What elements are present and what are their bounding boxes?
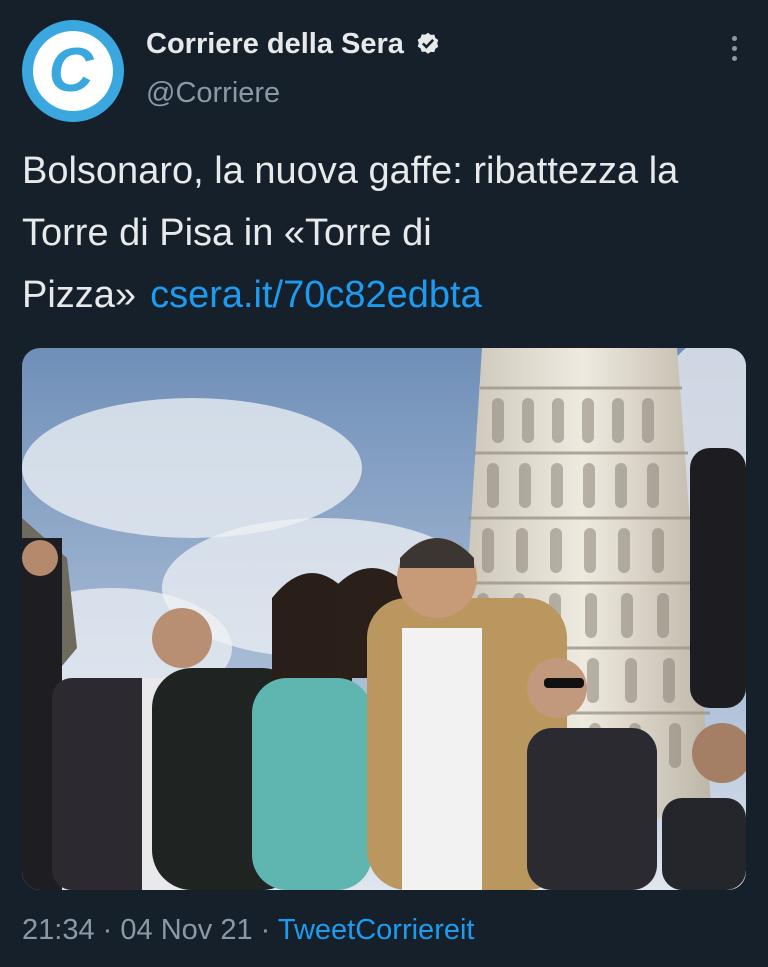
more-options-icon[interactable] [728, 36, 740, 61]
photo-illustration [22, 348, 746, 890]
tweet-source[interactable]: TweetCorriereit [278, 914, 475, 946]
avatar-logo: C [33, 31, 113, 111]
meta-separator: · [260, 914, 271, 946]
tweet-time[interactable]: 21:34 [22, 914, 95, 946]
tweet-date[interactable]: 04 Nov 21 [120, 914, 252, 946]
more-dot [731, 56, 737, 61]
tweet-link[interactable]: csera.it/70c82edbta [150, 274, 482, 316]
tweet-photo[interactable] [22, 348, 746, 890]
avatar-letter: C [48, 36, 94, 105]
name-row: Corriere della Sera [146, 28, 442, 61]
handle[interactable]: @Corriere [146, 77, 280, 110]
tweet-meta: 21:34 · 04 Nov 21 · TweetCorriereit [22, 914, 474, 947]
avatar[interactable]: C [22, 20, 124, 122]
more-dot [731, 46, 737, 51]
verified-badge-icon [414, 31, 442, 59]
tweet-text: Bolsonaro, la nuova gaffe: ribattezza la… [22, 140, 748, 326]
display-name[interactable]: Corriere della Sera [146, 28, 404, 61]
more-dot [731, 36, 737, 41]
meta-separator: · [102, 914, 113, 946]
